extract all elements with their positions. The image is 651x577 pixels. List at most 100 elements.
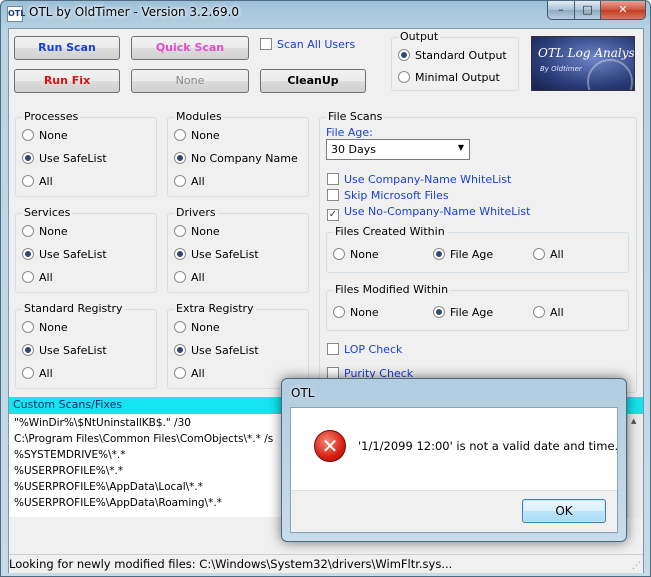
created-all-radio[interactable]: All bbox=[533, 248, 564, 261]
radio-icon bbox=[333, 248, 345, 260]
custom-scan-line: %USERPROFILE%\AppData\Roaming\*.* bbox=[14, 497, 222, 509]
radio-icon bbox=[22, 271, 34, 283]
standard-output-radio[interactable]: Standard Output bbox=[398, 49, 507, 62]
company-name-whitelist-checkbox[interactable]: Use Company-Name WhiteList bbox=[327, 173, 511, 186]
error-icon: ✕ bbox=[314, 430, 346, 462]
custom-scan-line: %SYSTEMDRIVE%\*.* bbox=[14, 449, 126, 461]
processes-all-radio[interactable]: All bbox=[22, 175, 53, 188]
modified-none-radio[interactable]: None bbox=[333, 306, 379, 319]
checkbox-icon bbox=[327, 189, 339, 201]
skip-microsoft-files-label: Skip Microsoft Files bbox=[344, 189, 449, 202]
option-label: All bbox=[39, 367, 53, 380]
services-none-radio[interactable]: None bbox=[22, 225, 68, 238]
drivers-safelist-radio[interactable]: Use SafeList bbox=[174, 248, 259, 261]
option-label: All bbox=[39, 175, 53, 188]
checkbox-icon bbox=[327, 173, 339, 185]
processes-safelist-radio[interactable]: Use SafeList bbox=[22, 152, 107, 165]
option-label: Use SafeList bbox=[39, 152, 107, 165]
output-group-label: Output bbox=[398, 30, 441, 43]
title-bar[interactable]: OTL OTL by OldTimer - Version 3.2.69.0 –… bbox=[1, 1, 650, 27]
radio-icon bbox=[398, 71, 410, 83]
file-age-label: File Age: bbox=[326, 126, 373, 139]
extra-registry-label: Extra Registry bbox=[174, 302, 256, 315]
standard-output-label: Standard Output bbox=[415, 49, 507, 62]
modified-all-radio[interactable]: All bbox=[533, 306, 564, 319]
app-icon: OTL bbox=[7, 6, 25, 22]
ok-button[interactable]: OK bbox=[522, 499, 606, 523]
lop-check-checkbox[interactable]: LOP Check bbox=[327, 343, 402, 356]
created-none-radio[interactable]: None bbox=[333, 248, 379, 261]
modules-label: Modules bbox=[174, 110, 224, 123]
standard-registry-label: Standard Registry bbox=[22, 302, 125, 315]
standard-registry-group: Standard Registry None Use SafeList All bbox=[15, 302, 157, 389]
radio-icon bbox=[533, 306, 545, 318]
custom-scan-line: C:\Program Files\Common Files\ComObjects… bbox=[14, 433, 274, 445]
drivers-none-radio[interactable]: None bbox=[174, 225, 220, 238]
minimal-output-radio[interactable]: Minimal Output bbox=[398, 71, 500, 84]
dialog-body: ✕ '1/1/2099 12:00' is not a valid date a… bbox=[290, 407, 618, 533]
drivers-all-radio[interactable]: All bbox=[174, 271, 205, 284]
option-label: All bbox=[191, 175, 205, 188]
option-label: None bbox=[39, 225, 68, 238]
custom-scan-line: %USERPROFILE%\AppData\Local\*.* bbox=[14, 481, 203, 493]
no-company-name-whitelist-checkbox[interactable]: ✓ Use No-Company-Name WhiteList bbox=[327, 205, 530, 221]
resize-grip-icon[interactable]: ⋰ bbox=[632, 561, 641, 571]
dialog-title: OTL bbox=[291, 386, 315, 400]
main-window: OTL OTL by OldTimer - Version 3.2.69.0 –… bbox=[0, 0, 651, 577]
option-label: All bbox=[191, 271, 205, 284]
run-scan-button[interactable]: Run Scan bbox=[14, 36, 120, 60]
extra-registry-group: Extra Registry None Use SafeList All bbox=[167, 302, 309, 389]
option-label: None bbox=[191, 321, 220, 334]
radio-icon bbox=[174, 225, 186, 237]
processes-none-radio[interactable]: None bbox=[22, 129, 68, 142]
created-file-age-radio[interactable]: File Age bbox=[433, 248, 493, 261]
scan-all-users-checkbox[interactable]: Scan All Users bbox=[260, 38, 355, 51]
services-all-radio[interactable]: All bbox=[22, 271, 53, 284]
modules-no-company-radio[interactable]: No Company Name bbox=[174, 152, 298, 165]
option-label: All bbox=[39, 271, 53, 284]
extra-registry-none-radio[interactable]: None bbox=[174, 321, 220, 334]
modules-none-radio[interactable]: None bbox=[174, 129, 220, 142]
maximize-button[interactable]: □ bbox=[574, 1, 601, 20]
scan-all-users-label: Scan All Users bbox=[277, 38, 356, 51]
radio-icon bbox=[533, 248, 545, 260]
standard-registry-all-radio[interactable]: All bbox=[22, 367, 53, 380]
cleanup-button[interactable]: CleanUp bbox=[260, 69, 366, 93]
quick-scan-button[interactable]: Quick Scan bbox=[131, 36, 249, 60]
run-fix-button[interactable]: Run Fix bbox=[14, 69, 120, 93]
close-button[interactable]: ✕ bbox=[600, 1, 646, 20]
radio-icon bbox=[22, 175, 34, 187]
error-message: '1/1/2099 12:00' is not a valid date and… bbox=[358, 439, 619, 453]
radio-icon bbox=[22, 321, 34, 333]
radio-icon bbox=[174, 271, 186, 283]
status-text: Looking for newly modified files: C:\Win… bbox=[9, 557, 453, 571]
minimal-output-label: Minimal Output bbox=[415, 71, 500, 84]
custom-scan-line: %USERPROFILE%\*.* bbox=[14, 465, 124, 477]
extra-registry-safelist-radio[interactable]: Use SafeList bbox=[174, 344, 259, 357]
radio-selected-icon bbox=[22, 152, 34, 164]
checkmark-icon: ✓ bbox=[327, 209, 339, 221]
standard-registry-safelist-radio[interactable]: Use SafeList bbox=[22, 344, 107, 357]
radio-selected-icon bbox=[433, 306, 445, 318]
lop-check-label: LOP Check bbox=[344, 343, 403, 356]
option-label: All bbox=[550, 248, 564, 261]
option-label: None bbox=[39, 321, 68, 334]
modified-file-age-radio[interactable]: File Age bbox=[433, 306, 493, 319]
modules-all-radio[interactable]: All bbox=[174, 175, 205, 188]
none-button[interactable]: None bbox=[131, 69, 249, 93]
minimize-button[interactable]: – bbox=[547, 1, 575, 20]
radio-icon bbox=[22, 367, 34, 379]
standard-registry-none-radio[interactable]: None bbox=[22, 321, 68, 334]
extra-registry-all-radio[interactable]: All bbox=[174, 367, 205, 380]
skip-microsoft-files-checkbox[interactable]: Skip Microsoft Files bbox=[327, 189, 449, 202]
processes-label: Processes bbox=[22, 110, 81, 123]
file-age-select[interactable]: 30 Days ▼ bbox=[326, 139, 470, 160]
chevron-down-icon: ▼ bbox=[457, 143, 464, 152]
services-safelist-radio[interactable]: Use SafeList bbox=[22, 248, 107, 261]
radio-selected-icon bbox=[174, 344, 186, 356]
option-label: All bbox=[191, 367, 205, 380]
logo-title: OTL Log Analysis bbox=[538, 46, 635, 60]
radio-selected-icon bbox=[22, 344, 34, 356]
custom-scans-scrollbar[interactable]: ▲ bbox=[627, 414, 643, 518]
scroll-up-icon[interactable]: ▲ bbox=[631, 417, 636, 425]
